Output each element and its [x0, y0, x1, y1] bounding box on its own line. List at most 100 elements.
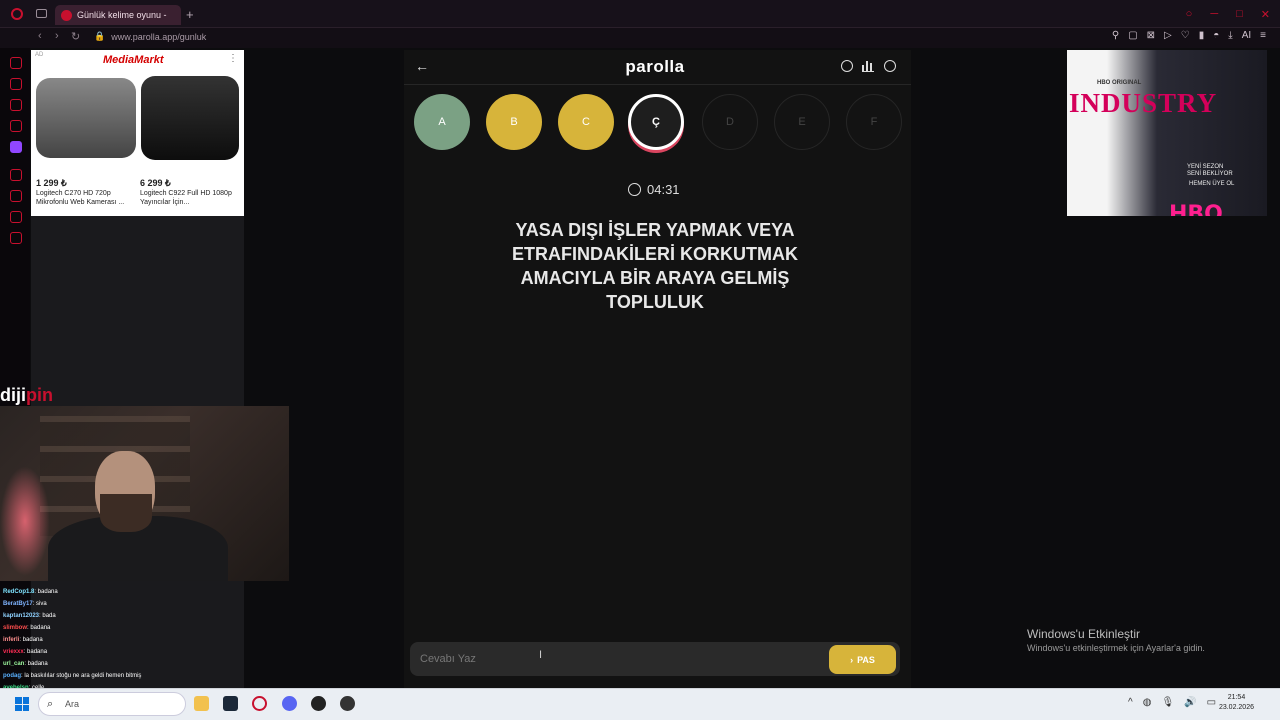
- letter-f: F: [846, 94, 902, 150]
- more-options-icon[interactable]: ⋮: [228, 53, 238, 64]
- ad-line1: YENİ SEZON: [1187, 164, 1224, 170]
- url-field[interactable]: 🔒 www.parolla.app/gunluk: [94, 31, 206, 42]
- taskbar-search[interactable]: ⌕ Ara: [38, 692, 186, 716]
- stream-logo-b: pin: [26, 385, 53, 405]
- minimize-icon[interactable]: ─: [1210, 8, 1218, 21]
- chat-user: vriexxx: [3, 649, 24, 655]
- timer: 04:31: [628, 182, 680, 197]
- window-controls: ○ ─ □ ✕: [1186, 8, 1270, 21]
- back-arrow-icon[interactable]: ←: [415, 58, 429, 74]
- adblock-icon[interactable]: ⊠: [1147, 30, 1155, 41]
- shopping-icon[interactable]: [10, 78, 22, 90]
- ad-hbo-industry[interactable]: HBO ORIGINAL INDUSTRY YENİ SEZON SENİ BE…: [1067, 50, 1267, 216]
- speaker-icon[interactable]: 🔊: [1184, 697, 1196, 708]
- tray-chevron-icon[interactable]: ^: [1128, 697, 1133, 708]
- info-icon[interactable]: [841, 60, 853, 72]
- ad-line3: HEMEN ÜYE OL: [1189, 181, 1235, 187]
- heart-icon[interactable]: ♡: [1181, 30, 1190, 41]
- close-icon[interactable]: ✕: [1261, 8, 1270, 21]
- maximize-icon[interactable]: □: [1236, 8, 1243, 21]
- ad-mediamarkt[interactable]: AD MediaMarkt ⋮ 1 299 ₺ Logitech C270 HD…: [31, 50, 244, 216]
- chat-line: BeratBy17: siva: [3, 598, 244, 610]
- clock-icon: [628, 183, 641, 196]
- app-icon[interactable]: [311, 696, 326, 711]
- webcam-c922-image: [141, 76, 239, 160]
- text-cursor-icon: I: [539, 649, 543, 661]
- download-icon[interactable]: ⤓: [1228, 30, 1232, 41]
- forward-icon[interactable]: ›: [55, 30, 59, 42]
- pin-icon[interactable]: ⚲: [1112, 30, 1119, 41]
- play-icon[interactable]: ▷: [1164, 30, 1172, 41]
- settings-icon[interactable]: [10, 232, 22, 244]
- product-desc: Logitech C270 HD 720p Mikrofonlu Web Kam…: [36, 190, 125, 206]
- chat-line: slimbow: badana: [3, 622, 244, 634]
- chat-msg: : badana: [34, 589, 58, 595]
- pass-button[interactable]: › PAS: [829, 645, 896, 674]
- letter-b: B: [486, 94, 542, 150]
- chat-user: inferli: [3, 637, 20, 643]
- obs-icon[interactable]: [340, 696, 355, 711]
- steam-icon[interactable]: [223, 696, 238, 711]
- tab-active[interactable]: Günlük kelime oyunu -: [55, 5, 181, 25]
- mic-icon[interactable]: 🎙: [1161, 697, 1174, 708]
- stats-icon[interactable]: [862, 60, 874, 72]
- letter-c: C: [558, 94, 614, 150]
- profile-icon[interactable]: [884, 60, 896, 72]
- history-icon[interactable]: [10, 190, 22, 202]
- back-icon[interactable]: ‹: [38, 30, 42, 42]
- chat-line: inferli: badana: [3, 634, 244, 646]
- game-logo: parolla: [625, 57, 685, 76]
- taskbar-clock[interactable]: 21:54 23.02.2026: [1219, 693, 1254, 713]
- chat-overlay: RedCop1.8: badana BeratBy17: siva kaptan…: [0, 586, 244, 691]
- extensions-icon[interactable]: [10, 211, 22, 223]
- ad-brand: HBO max: [1169, 202, 1223, 216]
- ad-label: AD: [35, 52, 44, 58]
- reload-icon[interactable]: ↻: [71, 30, 80, 43]
- menu-icon[interactable]: ≡: [1260, 30, 1266, 41]
- chat-line: podag: la baskılılar stoğu ne ara geldi …: [3, 670, 244, 682]
- tray-app-icon[interactable]: ◍: [1143, 697, 1152, 708]
- lock-icon: 🔒: [94, 31, 106, 41]
- answer-box: [410, 642, 900, 676]
- chat-msg: : badana: [23, 649, 48, 655]
- chat-user: kaptan12023: [3, 613, 40, 619]
- stream-logo: diji pin: [0, 385, 53, 406]
- opera-taskbar-icon[interactable]: [252, 696, 267, 711]
- whatsapp-icon[interactable]: [10, 120, 22, 132]
- letter-c-cedilla-active: Ç: [628, 94, 684, 150]
- letter-e: E: [774, 94, 830, 150]
- network-icon[interactable]: ▭: [1207, 697, 1216, 708]
- ai-icon[interactable]: AI: [1242, 30, 1251, 41]
- discord-icon[interactable]: [282, 696, 297, 711]
- workspaces-icon[interactable]: [36, 9, 47, 18]
- red-light: [0, 466, 50, 576]
- chevron-right-icon: ›: [850, 654, 854, 665]
- ai-sidebar-icon[interactable]: [10, 57, 22, 69]
- chat-msg: : siva: [32, 601, 47, 607]
- search-tabs-icon[interactable]: ○: [1186, 8, 1193, 21]
- windows-start-icon[interactable]: [15, 697, 29, 711]
- file-explorer-icon[interactable]: [194, 696, 209, 711]
- question-text: YASA DIŞI İŞLER YAPMAK VEYA ETRAFINDAKİL…: [512, 220, 798, 312]
- bookmark-icon[interactable]: ▮: [1199, 30, 1205, 41]
- opera-logo-icon[interactable]: [11, 8, 23, 20]
- activation-watermark-sub: Windows'u etkinleştirmek için Ayarlar'a …: [1027, 643, 1205, 653]
- ad-brand: MediaMarkt: [103, 54, 164, 66]
- chat-msg: : badana: [24, 661, 48, 667]
- url-text: www.parolla.app/gunluk: [111, 31, 207, 42]
- clock-date: 23.02.2026: [1218, 704, 1254, 711]
- player-icon[interactable]: [10, 169, 22, 181]
- chat-line: kaptan12023: bada: [3, 610, 244, 622]
- stream-logo-a: diji: [0, 385, 26, 405]
- twitch-icon[interactable]: [10, 141, 22, 153]
- new-tab-icon[interactable]: +: [186, 7, 194, 22]
- product-price: 6 299 ₺: [140, 178, 171, 188]
- profile-icon[interactable]: ◓: [1213, 30, 1219, 41]
- chat-user: podag: [3, 673, 21, 679]
- streamer-beard: [100, 494, 152, 532]
- activation-watermark-title: Windows'u Etkinleştir: [1027, 627, 1140, 641]
- answer-input[interactable]: [420, 650, 820, 668]
- snapshot-icon[interactable]: ▢: [1128, 30, 1137, 41]
- messenger-icon[interactable]: [10, 99, 22, 111]
- chat-msg: : badana: [27, 625, 51, 631]
